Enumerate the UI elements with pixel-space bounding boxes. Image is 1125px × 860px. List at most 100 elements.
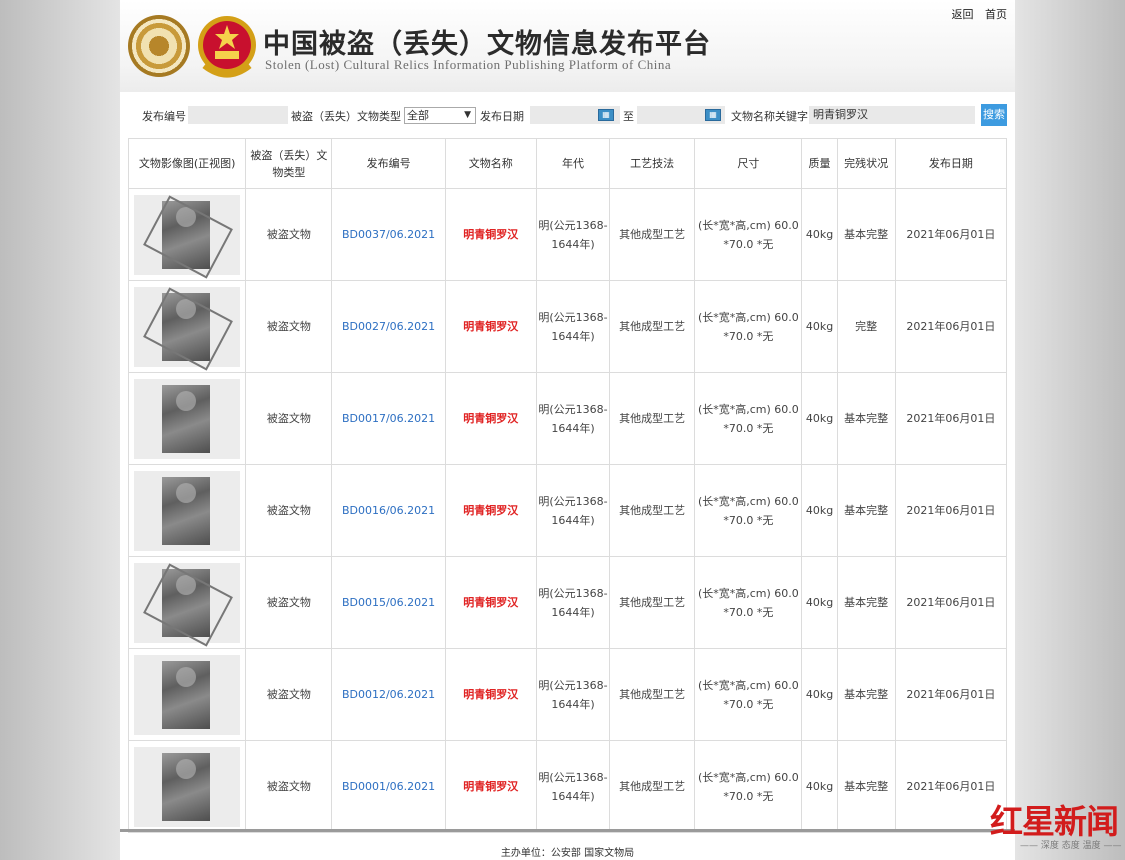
table-row: 被盗文物 BD0037/06.2021 明青铜罗汉 明(公元1368-1644年… bbox=[127, 188, 1008, 281]
cell-condition: 基本完整 bbox=[836, 556, 896, 649]
cell-condition: 基本完整 bbox=[836, 372, 896, 465]
cell-weight: 40kg bbox=[801, 280, 838, 373]
date-label: 发布日期 bbox=[480, 110, 524, 123]
cell-era: 明(公元1368-1644年) bbox=[535, 280, 611, 373]
col-header-date: 发布日期 bbox=[894, 138, 1008, 189]
cell-name-link[interactable]: 明青铜罗汉 bbox=[463, 412, 518, 425]
watermark-frame bbox=[143, 562, 234, 647]
cell-name-link[interactable]: 明青铜罗汉 bbox=[463, 504, 518, 517]
cell-weight: 40kg bbox=[801, 740, 838, 833]
cell-condition: 基本完整 bbox=[836, 188, 896, 281]
site-title: 中国被盗（丢失）文物信息发布平台 bbox=[263, 29, 711, 60]
cell-type: 被盗文物 bbox=[245, 280, 333, 373]
cell-date: 2021年06月01日 bbox=[894, 188, 1008, 281]
cell-date: 2021年06月01日 bbox=[894, 280, 1008, 373]
top-links: 返回 首页 bbox=[944, 6, 1008, 22]
cell-size: (长*宽*高,cm) 60.0 *70.0 *无 bbox=[694, 740, 803, 833]
col-header-image: 文物影像图(正视图) bbox=[127, 138, 247, 189]
relic-thumbnail[interactable] bbox=[134, 470, 241, 551]
table-row: 被盗文物 BD0016/06.2021 明青铜罗汉 明(公元1368-1644年… bbox=[127, 464, 1008, 557]
cell-date: 2021年06月01日 bbox=[894, 556, 1008, 649]
results-table: 文物影像图(正视图) 被盗（丢失）文物类型 发布编号 文物名称 年代 工艺技法 … bbox=[127, 138, 1008, 833]
relic-image bbox=[162, 476, 211, 545]
cell-type: 被盗文物 bbox=[245, 188, 333, 281]
col-header-craft: 工艺技法 bbox=[609, 138, 696, 189]
police-emblem-icon bbox=[128, 15, 190, 77]
keyword-input[interactable]: 明青铜罗汉 bbox=[809, 106, 975, 124]
cell-condition: 完整 bbox=[836, 280, 896, 373]
cell-condition: 基本完整 bbox=[836, 740, 896, 833]
type-label: 被盗（丢失）文物类型 bbox=[291, 110, 401, 123]
cell-weight: 40kg bbox=[801, 188, 838, 281]
relic-thumbnail[interactable] bbox=[134, 378, 241, 459]
calendar-icon[interactable]: ▦ bbox=[705, 109, 721, 121]
relic-thumbnail[interactable] bbox=[134, 654, 241, 735]
col-header-code: 发布编号 bbox=[331, 138, 446, 189]
cell-craft: 其他成型工艺 bbox=[609, 740, 696, 833]
search-button[interactable]: 搜索 bbox=[981, 104, 1007, 126]
type-select[interactable]: 全部 ▼ bbox=[404, 107, 476, 124]
site-subtitle: Stolen (Lost) Cultural Relics Informatio… bbox=[265, 57, 672, 72]
cell-era: 明(公元1368-1644年) bbox=[535, 464, 611, 557]
cell-name-link[interactable]: 明青铜罗汉 bbox=[463, 228, 518, 241]
cell-type: 被盗文物 bbox=[245, 740, 333, 833]
cell-size: (长*宽*高,cm) 60.0 *70.0 *无 bbox=[694, 372, 803, 465]
table-header-row: 文物影像图(正视图) 被盗（丢失）文物类型 发布编号 文物名称 年代 工艺技法 … bbox=[127, 138, 1008, 189]
home-link[interactable]: 首页 bbox=[985, 8, 1007, 21]
search-bar: 发布编号 被盗（丢失）文物类型 全部 ▼ 发布日期 ▦ 至 ▦ 文物名称关键字 … bbox=[120, 104, 1015, 128]
col-header-condition: 完残状况 bbox=[836, 138, 896, 189]
news-watermark: 红星新闻 —— 深度 态度 温度 —— bbox=[990, 795, 1122, 853]
cell-code-link[interactable]: BD0027/06.2021 bbox=[342, 320, 435, 333]
cell-weight: 40kg bbox=[801, 464, 838, 557]
footer-sponsor: 主办单位：公安部 国家文物局 bbox=[500, 848, 635, 859]
cell-size: (长*宽*高,cm) 60.0 *70.0 *无 bbox=[694, 188, 803, 281]
cell-name-link[interactable]: 明青铜罗汉 bbox=[463, 780, 518, 793]
table-row: 被盗文物 BD0001/06.2021 明青铜罗汉 明(公元1368-1644年… bbox=[127, 740, 1008, 833]
relic-image bbox=[162, 752, 211, 821]
cell-era: 明(公元1368-1644年) bbox=[535, 556, 611, 649]
page-container: 中国被盗（丢失）文物信息发布平台 Stolen (Lost) Cultural … bbox=[120, 0, 1015, 860]
relic-thumbnail[interactable] bbox=[134, 562, 241, 647]
site-header: 中国被盗（丢失）文物信息发布平台 Stolen (Lost) Cultural … bbox=[120, 0, 1015, 92]
dropdown-arrow-icon: ▼ bbox=[464, 110, 471, 120]
cell-weight: 40kg bbox=[801, 556, 838, 649]
cell-name-link[interactable]: 明青铜罗汉 bbox=[463, 688, 518, 701]
cell-name-link[interactable]: 明青铜罗汉 bbox=[463, 596, 518, 609]
watermark-slogan: —— 深度 态度 温度 —— bbox=[1020, 841, 1122, 851]
cell-date: 2021年06月01日 bbox=[894, 648, 1008, 741]
relic-thumbnail[interactable] bbox=[134, 194, 241, 279]
cell-era: 明(公元1368-1644年) bbox=[535, 740, 611, 833]
cell-era: 明(公元1368-1644年) bbox=[535, 372, 611, 465]
watermark-title: 红星新闻 bbox=[990, 802, 1119, 841]
code-input[interactable] bbox=[188, 106, 288, 124]
cell-code-link[interactable]: BD0001/06.2021 bbox=[342, 780, 435, 793]
calendar-icon[interactable]: ▦ bbox=[598, 109, 614, 121]
cell-era: 明(公元1368-1644年) bbox=[535, 648, 611, 741]
footer-divider bbox=[120, 829, 1015, 832]
cell-craft: 其他成型工艺 bbox=[609, 556, 696, 649]
cell-name-link[interactable]: 明青铜罗汉 bbox=[463, 320, 518, 333]
col-header-type: 被盗（丢失）文物类型 bbox=[245, 138, 333, 189]
relic-image bbox=[162, 384, 211, 453]
cell-type: 被盗文物 bbox=[245, 372, 333, 465]
cell-craft: 其他成型工艺 bbox=[609, 648, 696, 741]
cell-size: (长*宽*高,cm) 60.0 *70.0 *无 bbox=[694, 280, 803, 373]
cell-type: 被盗文物 bbox=[245, 648, 333, 741]
cell-weight: 40kg bbox=[801, 648, 838, 741]
relic-thumbnail[interactable] bbox=[134, 746, 241, 827]
cell-craft: 其他成型工艺 bbox=[609, 280, 696, 373]
cell-code-link[interactable]: BD0012/06.2021 bbox=[342, 688, 435, 701]
cell-era: 明(公元1368-1644年) bbox=[535, 188, 611, 281]
cell-code-link[interactable]: BD0017/06.2021 bbox=[342, 412, 435, 425]
cell-code-link[interactable]: BD0037/06.2021 bbox=[342, 228, 435, 241]
cell-type: 被盗文物 bbox=[245, 464, 333, 557]
cell-weight: 40kg bbox=[801, 372, 838, 465]
cell-code-link[interactable]: BD0016/06.2021 bbox=[342, 504, 435, 517]
back-link[interactable]: 返回 bbox=[952, 8, 974, 21]
cell-type: 被盗文物 bbox=[245, 556, 333, 649]
cell-craft: 其他成型工艺 bbox=[609, 464, 696, 557]
cell-code-link[interactable]: BD0015/06.2021 bbox=[342, 596, 435, 609]
type-selected-value: 全部 bbox=[407, 109, 429, 122]
relic-thumbnail[interactable] bbox=[134, 286, 241, 371]
col-header-name: 文物名称 bbox=[444, 138, 537, 189]
